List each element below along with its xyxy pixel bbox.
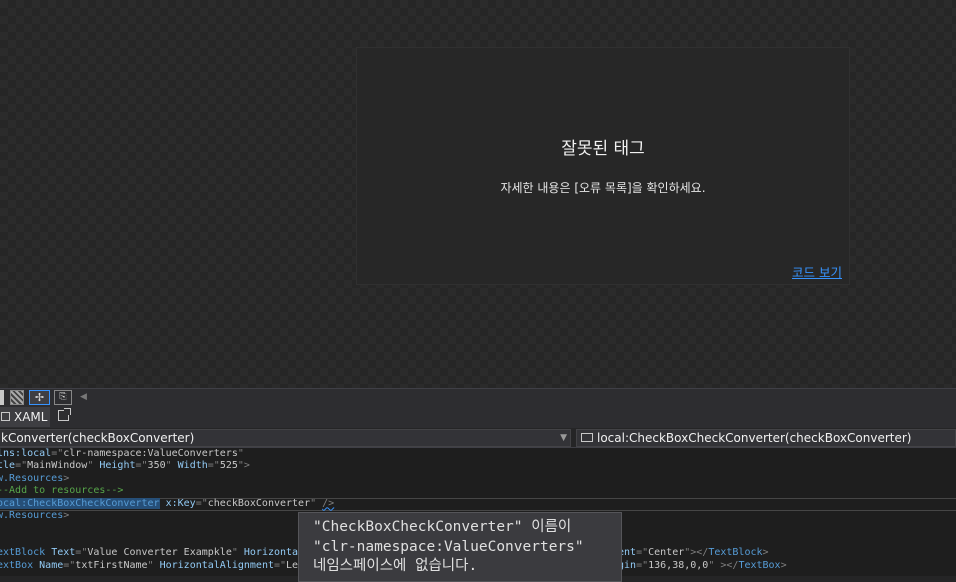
tooltip-line-1: "CheckBoxCheckConverter" 이름이 bbox=[313, 519, 572, 535]
member-combo-value: local:CheckBoxCheckConverter(checkBoxCon… bbox=[597, 431, 912, 445]
checkerboard-icon[interactable] bbox=[10, 390, 24, 405]
code-token: "></ bbox=[684, 547, 709, 559]
code-token: /> bbox=[322, 497, 335, 509]
code-line: gin="136,38,0,0" ></TextBox> bbox=[618, 560, 787, 573]
code-line: lns:local="clr-namespace:ValueConverters… bbox=[0, 448, 244, 461]
code-token: lns: bbox=[0, 448, 22, 459]
code-token: =" bbox=[15, 460, 28, 472]
code-token: " bbox=[310, 497, 323, 509]
code-token: tle bbox=[0, 460, 16, 472]
editor-tab-row: XAML bbox=[0, 406, 956, 428]
code-line: extBox Name="txtFirstName" HorizontalAli… bbox=[0, 560, 298, 573]
scroll-left-icon[interactable]: ◀ bbox=[80, 390, 88, 405]
code-token: 350 bbox=[147, 460, 166, 472]
error-panel: 잘못된 태그 자세한 내용은 [오류 목록]을 확인하세요. 코드 보기 bbox=[356, 47, 850, 285]
code-token: --Add to resources--> bbox=[0, 485, 124, 497]
element-icon bbox=[581, 433, 593, 442]
code-token: Height bbox=[99, 460, 136, 472]
code-token: =" bbox=[636, 547, 649, 559]
code-line: w.Resources> bbox=[0, 473, 69, 486]
code-token: =" bbox=[273, 559, 287, 571]
code-token: extBlock bbox=[0, 547, 46, 559]
code-token: 525 bbox=[219, 460, 238, 472]
code-token: " bbox=[237, 448, 244, 459]
code-token: HorizontalAlignment bbox=[159, 559, 274, 571]
code-token: MainWindow bbox=[27, 460, 88, 472]
designer-toolbar: ✢ ⎘ ◀ bbox=[0, 388, 956, 406]
code-token: TextBlock bbox=[708, 547, 763, 559]
code-token: " ></ bbox=[708, 559, 739, 571]
code-token: x:Key bbox=[165, 497, 196, 509]
code-token: checkBoxConverter bbox=[207, 497, 311, 509]
error-message: 자세한 내용은 [오류 목록]을 확인하세요. bbox=[500, 181, 706, 195]
code-token: " bbox=[147, 559, 160, 571]
code-token: Value Converter Exampkle bbox=[87, 547, 232, 559]
code-token: TextBox bbox=[738, 559, 781, 571]
code-token: " bbox=[87, 460, 100, 472]
code-token: =" bbox=[135, 460, 148, 472]
code-token: =" bbox=[636, 559, 649, 571]
toggle-code-icon[interactable]: ⎘ bbox=[54, 390, 72, 405]
tab-xaml-label: XAML bbox=[14, 410, 48, 424]
code-line: tle="MainWindow" Height="350" Width="525… bbox=[0, 460, 250, 473]
tooltip-line-2: "clr-namespace:ValueConverters" bbox=[313, 538, 584, 555]
navigation-bar: kConverter(checkBoxConverter) ▼ local:Ch… bbox=[0, 428, 956, 448]
view-code-link[interactable]: 코드 보기 bbox=[792, 262, 842, 281]
code-line: ocal:CheckBoxCheckConverter x:Key="check… bbox=[0, 497, 335, 511]
tab-xaml[interactable]: XAML bbox=[0, 407, 50, 427]
code-token: " bbox=[231, 547, 244, 559]
code-token: w.Resources bbox=[0, 472, 64, 484]
designer-surface[interactable]: 잘못된 태그 자세한 내용은 [오류 목록]을 확인하세요. 코드 보기 bbox=[0, 0, 956, 388]
code-token: Width bbox=[177, 460, 208, 472]
code-token: > bbox=[63, 472, 70, 484]
code-token: =" bbox=[51, 448, 64, 459]
chevron-down-icon: ▼ bbox=[560, 433, 567, 443]
code-token: =" bbox=[195, 497, 208, 509]
code-token: > bbox=[780, 559, 787, 571]
code-token: "> bbox=[237, 460, 250, 472]
toolbar-clipped-icon[interactable] bbox=[0, 390, 4, 405]
code-token: Text bbox=[51, 547, 76, 559]
code-token: =" bbox=[207, 460, 220, 472]
code-token: local bbox=[21, 448, 52, 459]
snap-to-grid-icon[interactable]: ✢ bbox=[29, 390, 50, 405]
type-combo-value: kConverter(checkBoxConverter) bbox=[1, 431, 195, 445]
code-line: --Add to resources--> bbox=[0, 485, 123, 498]
code-token: > bbox=[63, 510, 70, 521]
code-line: ent="Center"></TextBlock> bbox=[618, 547, 769, 560]
code-token: 136,38,0,0 bbox=[648, 559, 709, 571]
popout-icon[interactable] bbox=[58, 408, 71, 421]
xaml-icon bbox=[1, 412, 10, 421]
code-token: Name bbox=[39, 559, 64, 571]
member-combo[interactable]: local:CheckBoxCheckConverter(checkBoxCon… bbox=[576, 429, 956, 447]
code-token: Horizontal bbox=[243, 547, 305, 559]
type-combo[interactable]: kConverter(checkBoxConverter) ▼ bbox=[0, 429, 571, 447]
code-token: > bbox=[762, 547, 769, 559]
tooltip-line-3: 네임스페이스에 없습니다. bbox=[313, 558, 478, 574]
error-tooltip: "CheckBoxCheckConverter" 이름이 "clr-namesp… bbox=[298, 512, 622, 582]
code-token: w.Resources bbox=[0, 510, 64, 521]
code-token: Le bbox=[286, 559, 299, 571]
code-token: txtFirstName bbox=[75, 559, 148, 571]
code-token: Center bbox=[648, 547, 685, 559]
code-token: " bbox=[165, 460, 178, 472]
code-token: ocal:CheckBoxCheckConverter bbox=[0, 497, 160, 509]
code-token: =" bbox=[75, 547, 88, 559]
error-title: 잘못된 태그 bbox=[561, 139, 645, 159]
code-token: clr-namespace:ValueConverters bbox=[63, 448, 238, 459]
code-token: =" bbox=[63, 559, 76, 571]
code-token: extBox bbox=[0, 559, 34, 571]
code-line: extBlock Text="Value Converter Exampkle"… bbox=[0, 547, 304, 560]
code-line: w.Resources> bbox=[0, 510, 69, 523]
